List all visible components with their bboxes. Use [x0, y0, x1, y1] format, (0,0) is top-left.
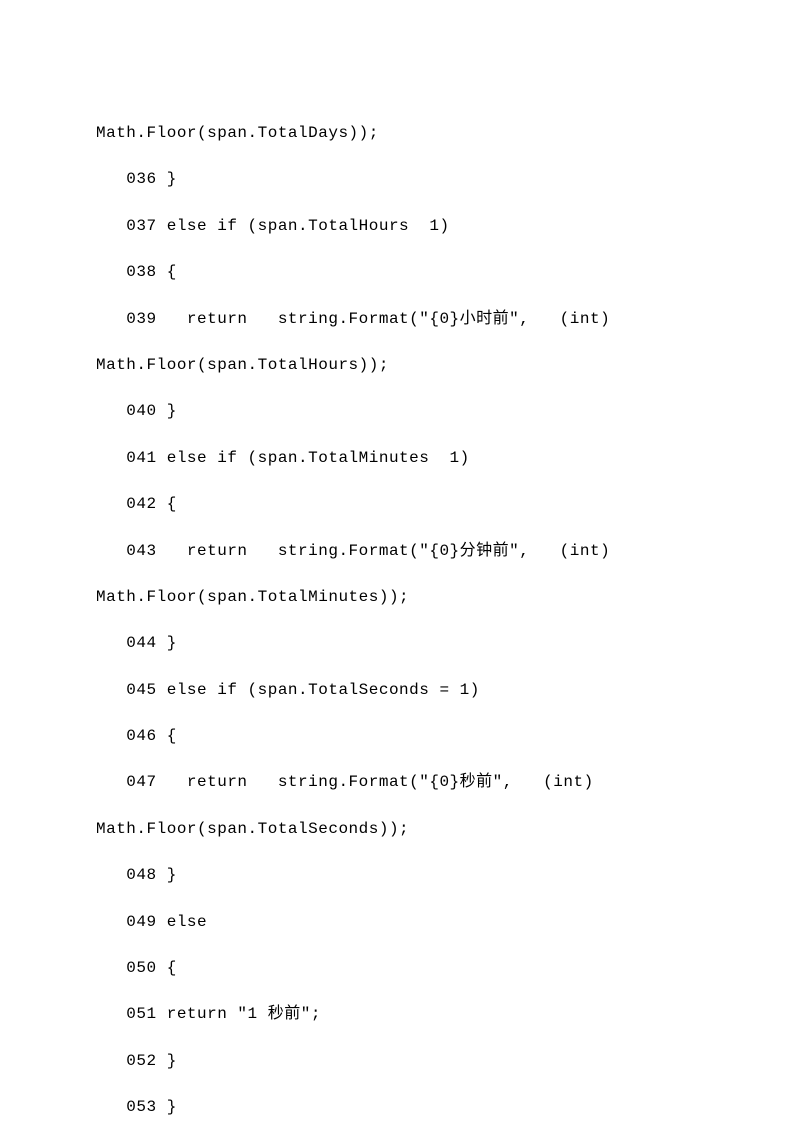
code-line: 053 }: [96, 1084, 704, 1130]
code-line: 049 else: [96, 899, 704, 945]
code-line: 041 else if (span.TotalMinutes 1): [96, 435, 704, 481]
code-line: 048 }: [96, 852, 704, 898]
code-line: Math.Floor(span.TotalSeconds));: [96, 806, 704, 852]
code-line: Math.Floor(span.TotalMinutes));: [96, 574, 704, 620]
code-line: Math.Floor(span.TotalHours));: [96, 342, 704, 388]
code-line: 044 }: [96, 620, 704, 666]
code-line: 050 {: [96, 945, 704, 991]
code-line: 046 {: [96, 713, 704, 759]
code-line: 052 }: [96, 1038, 704, 1084]
code-line: Math.Floor(span.TotalDays));: [96, 110, 704, 156]
code-line: 045 else if (span.TotalSeconds = 1): [96, 667, 704, 713]
document-page: Math.Floor(span.TotalDays)); 036 } 037 e…: [0, 0, 800, 1132]
code-line: 036 }: [96, 156, 704, 202]
code-line: 042 {: [96, 481, 704, 527]
code-line: 043 return string.Format("{0}分钟前", (int): [96, 528, 704, 574]
code-line: 039 return string.Format("{0}小时前", (int): [96, 296, 704, 342]
code-line: 040 }: [96, 388, 704, 434]
code-line: 038 {: [96, 249, 704, 295]
code-line: 037 else if (span.TotalHours 1): [96, 203, 704, 249]
code-line: 047 return string.Format("{0}秒前", (int): [96, 759, 704, 805]
code-line: 051 return "1 秒前";: [96, 991, 704, 1037]
